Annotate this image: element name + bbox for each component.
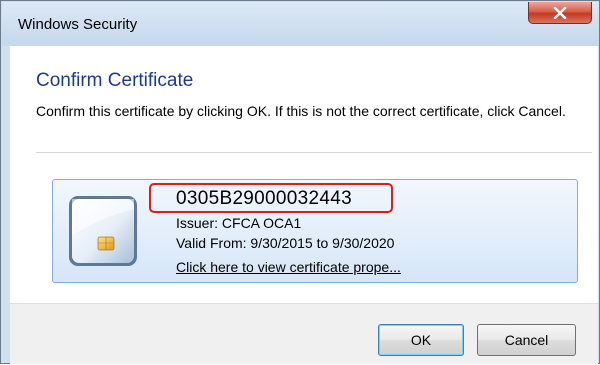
title-bar[interactable]: Windows Security	[2, 2, 599, 46]
dialog-window: Windows Security Confirm Certificate Con…	[0, 0, 600, 364]
ok-button[interactable]: OK	[378, 324, 464, 356]
certificate-tile[interactable]: 0305B29000032443 Issuer: CFCA OCA1 Valid…	[52, 179, 578, 283]
certificate-serial: 0305B29000032443	[176, 188, 352, 209]
window-title: Windows Security	[18, 16, 138, 33]
divider	[36, 152, 592, 153]
certificate-issuer: Issuer: CFCA OCA1	[176, 215, 302, 231]
close-icon	[553, 6, 567, 19]
dialog-heading: Confirm Certificate	[36, 70, 194, 91]
cancel-button[interactable]: Cancel	[477, 324, 576, 356]
button-bar: OK Cancel	[10, 303, 598, 364]
dialog-description: Confirm this certificate by clicking OK.…	[36, 103, 566, 119]
dialog-body: Confirm Certificate Confirm this certifi…	[10, 46, 598, 364]
certificate-validity: Valid From: 9/30/2015 to 9/30/2020	[176, 235, 395, 251]
close-button[interactable]	[528, 2, 592, 24]
smart-card-icon	[69, 196, 137, 266]
view-properties-link[interactable]: Click here to view certificate prope...	[176, 259, 401, 275]
